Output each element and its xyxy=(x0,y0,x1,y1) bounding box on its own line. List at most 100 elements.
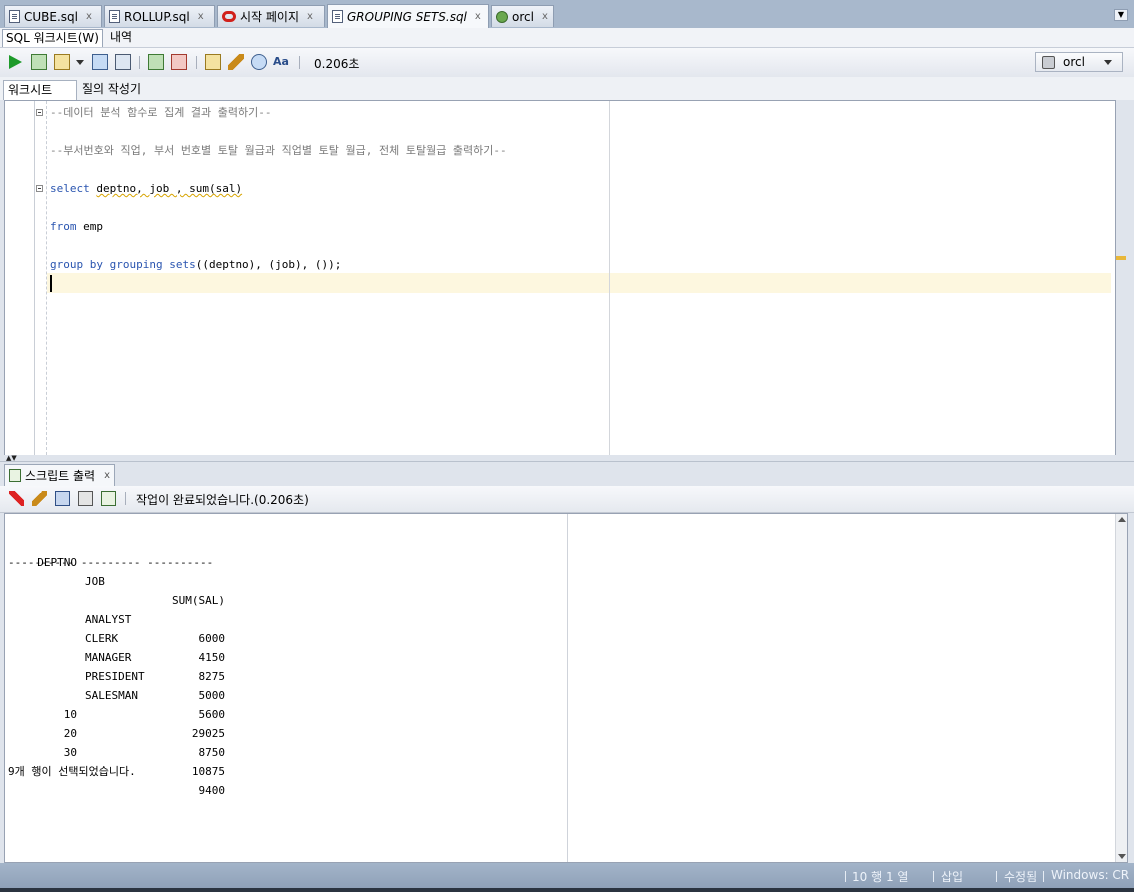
close-icon[interactable]: x xyxy=(307,11,313,22)
tab-label: GROUPING SETS.sql xyxy=(347,9,467,24)
table-row: SALESMAN 5600 xyxy=(85,689,225,721)
code-line-group-by: group by grouping sets((deptno), (job), … xyxy=(50,255,341,274)
oracle-logo-icon xyxy=(222,11,236,22)
run-script-icon[interactable] xyxy=(31,54,47,70)
connection-icon xyxy=(496,10,508,23)
tab-start-page[interactable]: 시작 페이지 x xyxy=(217,5,325,27)
table-row: 30 9400 xyxy=(63,746,225,797)
worksheet-toolbar: Aa 0.206초 orcl xyxy=(0,47,1134,78)
scroll-down-icon[interactable] xyxy=(1118,854,1126,859)
close-icon[interactable]: x xyxy=(104,470,110,481)
from-table: emp xyxy=(83,220,103,233)
table-row: MANAGER 8275 xyxy=(85,651,225,683)
tab-orcl[interactable]: orcl x xyxy=(491,5,554,27)
result-header: DEPTNO JOB SUM(SAL) xyxy=(8,534,225,607)
close-icon[interactable]: x xyxy=(542,11,548,22)
unshared-sql-icon[interactable] xyxy=(205,54,221,70)
sql-editor[interactable]: --데이터 분석 함수로 집계 결과 출력하기-- --부서번호와 직업, 부서… xyxy=(4,100,1116,456)
toolbar-divider xyxy=(299,56,300,69)
toolbar-divider xyxy=(139,56,140,69)
output-tab-bar: 스크립트 출력 x xyxy=(0,462,1134,486)
current-line-highlight xyxy=(47,273,1111,293)
table-row: 20 10875 xyxy=(63,727,225,778)
fold-toggle-icon[interactable] xyxy=(36,185,43,192)
modified-indicator: 수정됨 xyxy=(1004,870,1038,884)
tab-sql-worksheet[interactable]: SQL 워크시트(W) xyxy=(2,29,103,47)
connection-select[interactable]: orcl xyxy=(1035,52,1123,72)
panel-splitter[interactable]: ▲▼ xyxy=(0,455,1134,462)
column-header-job: JOB xyxy=(85,575,105,588)
window-bottom-edge xyxy=(0,888,1134,892)
table-row: CLERK 4150 xyxy=(85,632,225,664)
connection-name: orcl xyxy=(1063,55,1085,69)
output-scrollbar[interactable] xyxy=(1115,514,1127,862)
close-icon[interactable]: x xyxy=(198,11,204,22)
scroll-up-icon[interactable] xyxy=(1118,517,1126,522)
code-line-comment-2: --부서번호와 직업, 부서 번호별 토탈 월급과 직업별 토탈 월급, 전체 … xyxy=(50,144,507,157)
sql-file-icon xyxy=(9,10,20,23)
format-case-icon[interactable]: Aa xyxy=(273,54,289,70)
editor-tab-bar: CUBE.sql x ROLLUP.sql x 시작 페이지 x GROUPIN… xyxy=(0,0,1134,29)
clear-eraser-icon[interactable] xyxy=(228,54,244,70)
group-args: ((deptno), (job), ()); xyxy=(195,258,342,271)
line-ending: Windows: CR xyxy=(1051,868,1130,882)
sql-file-icon xyxy=(109,10,120,23)
sql-history-icon[interactable] xyxy=(251,54,267,70)
sql-file-icon xyxy=(332,10,343,23)
right-margin-guide xyxy=(609,101,610,455)
tab-rollup-sql[interactable]: ROLLUP.sql x xyxy=(104,5,215,27)
table-row: ANALYST 6000 xyxy=(85,613,225,645)
close-icon[interactable]: x xyxy=(86,11,92,22)
rows-selected-message: 9개 행이 선택되었습니다. xyxy=(8,765,136,778)
rollback-icon[interactable] xyxy=(171,54,187,70)
explain-plan-icon[interactable] xyxy=(54,54,70,70)
chevron-down-icon xyxy=(1104,60,1112,65)
tab-label: CUBE.sql xyxy=(24,9,78,24)
run-script-icon[interactable] xyxy=(101,491,116,506)
autotrace-icon[interactable] xyxy=(92,54,108,70)
toolbar-divider xyxy=(125,492,126,505)
commit-icon[interactable] xyxy=(148,54,164,70)
tab-label: 시작 페이지 xyxy=(240,10,300,24)
save-icon[interactable] xyxy=(55,491,70,506)
status-bar: 10 행 1 열 삽입 수정됨 Windows: CR xyxy=(0,863,1134,888)
script-output-panel[interactable]: DEPTNO JOB SUM(SAL) ---------- ---------… xyxy=(4,513,1128,863)
toolbar-divider xyxy=(196,56,197,69)
tab-history[interactable]: 내역 xyxy=(107,29,135,46)
tab-worksheet[interactable]: 워크시트 xyxy=(3,80,77,100)
tab-query-builder[interactable]: 질의 작성기 xyxy=(78,80,145,99)
database-icon xyxy=(1042,56,1055,69)
tab-script-output[interactable]: 스크립트 출력 x xyxy=(4,464,115,486)
worksheet-subtabs: SQL 워크시트(W) 내역 xyxy=(0,28,1134,47)
tab-list-menu-button[interactable]: ▼ xyxy=(1114,9,1128,21)
editor-mode-tabs: 워크시트 질의 작성기 xyxy=(0,77,1134,100)
dropdown-arrow-icon[interactable] xyxy=(76,60,84,65)
tab-grouping-sets-sql[interactable]: GROUPING SETS.sql x xyxy=(327,4,489,28)
run-statement-icon[interactable] xyxy=(9,55,22,69)
task-status: 작업이 완료되었습니다.(0.206초) xyxy=(136,493,309,507)
text-caret xyxy=(50,275,52,292)
result-underline: ---------- --------- ---------- xyxy=(8,556,214,569)
fold-toggle-icon[interactable] xyxy=(36,109,43,116)
output-toolbar: 작업이 완료되었습니다.(0.206초) xyxy=(0,486,1134,513)
code-line-select: select deptno, job , sum(sal) xyxy=(50,179,242,198)
cursor-position: 10 행 1 열 xyxy=(852,870,909,884)
collapse-arrows-icon[interactable]: ▲▼ xyxy=(6,455,17,462)
code-line-comment-1: --데이터 분석 함수로 집계 결과 출력하기-- xyxy=(50,106,272,119)
output-tab-label: 스크립트 출력 xyxy=(25,469,96,483)
select-columns: deptno, job , sum(sal) xyxy=(96,182,243,195)
table-row: 29025 xyxy=(191,727,225,740)
print-icon[interactable] xyxy=(78,491,93,506)
clear-eraser-icon[interactable] xyxy=(32,491,47,506)
execution-time: 0.206초 xyxy=(314,57,360,71)
sql-tuning-icon[interactable] xyxy=(115,54,131,70)
tab-cube-sql[interactable]: CUBE.sql x xyxy=(4,5,102,27)
keyword-group-by: group by grouping sets xyxy=(50,258,196,271)
keyword-select: select xyxy=(50,182,90,195)
editor-overview-marker[interactable] xyxy=(1116,256,1126,260)
table-row: PRESIDENT 5000 xyxy=(85,670,225,702)
pin-icon[interactable] xyxy=(9,491,24,506)
close-icon[interactable]: x xyxy=(475,11,481,22)
insert-mode: 삽입 xyxy=(941,870,964,884)
keyword-from: from xyxy=(50,220,77,233)
